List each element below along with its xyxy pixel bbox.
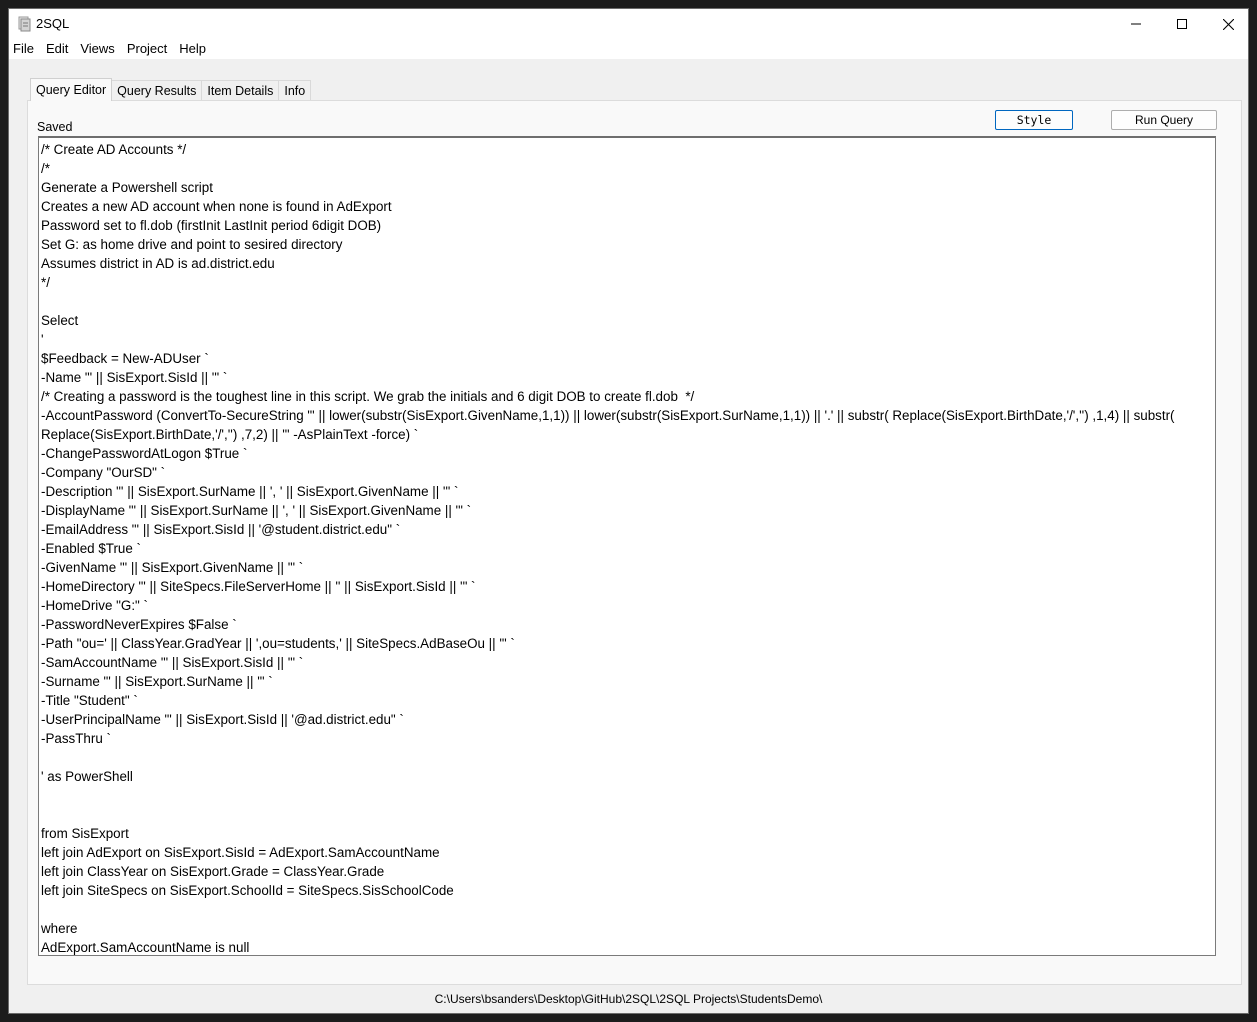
- code-line: /*: [41, 161, 50, 176]
- tab-item-details[interactable]: Item Details: [201, 80, 280, 100]
- code-line: AdExport.SamAccountName is null: [41, 940, 250, 955]
- window-title: 2SQL: [36, 16, 70, 31]
- code-line: Generate a Powershell script: [41, 180, 213, 195]
- code-line: -EmailAddress "' || SisExport.SisId || '…: [41, 522, 401, 537]
- close-button[interactable]: [1205, 9, 1251, 39]
- style-button[interactable]: Style: [995, 110, 1073, 130]
- code-line: /* Creating a password is the toughest l…: [41, 389, 695, 404]
- code-line: -Company "OurSD" `: [41, 465, 166, 480]
- menu-project[interactable]: Project: [121, 40, 173, 58]
- code-line: /* Create AD Accounts */: [41, 142, 187, 157]
- save-status-label: Saved: [37, 120, 73, 134]
- sql-editor-text[interactable]: /* Create AD Accounts */ /* Generate a Pow…: [39, 138, 1215, 955]
- menu-file[interactable]: File: [9, 40, 40, 58]
- maximize-icon: [1177, 19, 1187, 29]
- maximize-button[interactable]: [1159, 9, 1205, 39]
- code-line: -Enabled $True `: [41, 541, 141, 556]
- code-line: from SisExport: [41, 826, 129, 841]
- menu-bar: File Edit Views Project Help: [9, 39, 1248, 59]
- code-line: -AccountPassword (ConvertTo-SecureString…: [41, 408, 1175, 423]
- code-line: Assumes district in AD is ad.district.ed…: [41, 256, 275, 271]
- code-line: ​: [41, 786, 1215, 805]
- sql-editor[interactable]: /* Create AD Accounts */ /* Generate a Pow…: [38, 136, 1216, 956]
- code-line: left join AdExport on SisExport.SisId = …: [41, 845, 440, 860]
- code-line: */: [41, 275, 50, 290]
- tab-query-editor[interactable]: Query Editor: [30, 78, 113, 101]
- code-line: ​: [41, 900, 1215, 919]
- code-line: Select: [41, 313, 79, 328]
- minimize-button[interactable]: [1113, 9, 1159, 39]
- code-line: -Surname "' || SisExport.SurName || '" `: [41, 674, 273, 689]
- code-line: ​: [41, 748, 1215, 767]
- code-line: -GivenName "' || SisExport.GivenName || …: [41, 560, 304, 575]
- code-line: -HomeDirectory "' || SiteSpecs.FileServe…: [41, 579, 476, 594]
- app-logo-icon: [18, 16, 31, 32]
- code-line: where: [41, 921, 78, 936]
- code-line: left join ClassYear on SisExport.Grade =…: [41, 864, 385, 879]
- menu-views[interactable]: Views: [74, 40, 120, 58]
- code-line: Creates a new AD account when none is fo…: [41, 199, 392, 214]
- code-line: -HomeDrive "G:" `: [41, 598, 148, 613]
- title-bar[interactable]: 2SQL: [9, 9, 1248, 39]
- code-line: -ChangePasswordAtLogon $True `: [41, 446, 248, 461]
- app-window: 2SQL File Edit Views Project Help Query …: [8, 8, 1249, 1014]
- code-line: Replace(SisExport.BirthDate,'/','') ,7,2…: [41, 427, 419, 442]
- code-line: Set G: as home drive and point to sesire…: [41, 237, 343, 252]
- code-line: ​: [41, 805, 1215, 824]
- tab-query-results[interactable]: Query Results: [111, 80, 203, 100]
- code-line: ': [41, 332, 44, 347]
- code-line: Password set to fl.dob (firstInit LastIn…: [41, 218, 382, 233]
- code-line: -Description "' || SisExport.SurName || …: [41, 484, 459, 499]
- menu-help[interactable]: Help: [173, 40, 212, 58]
- code-line: -Name "' || SisExport.SisId || '" `: [41, 370, 228, 385]
- close-icon: [1222, 18, 1234, 30]
- tab-strip: Query Editor Query Results Item Details …: [30, 78, 312, 101]
- code-line: -Path "ou=' || ClassYear.GradYear || ',o…: [41, 636, 515, 651]
- menu-edit[interactable]: Edit: [40, 40, 74, 58]
- project-path: C:\Users\bsanders\Desktop\GitHub\2SQL\2S…: [434, 992, 823, 1006]
- code-line: left join SiteSpecs on SisExport.SchoolI…: [41, 883, 454, 898]
- code-line: ​: [41, 292, 1215, 311]
- run-query-button[interactable]: Run Query: [1111, 110, 1217, 130]
- code-line: $Feedback = New-ADUser `: [41, 351, 209, 366]
- code-line: -Title "Student" `: [41, 693, 138, 708]
- code-line: -SamAccountName "' || SisExport.SisId ||…: [41, 655, 304, 670]
- code-line: -PassThru `: [41, 731, 111, 746]
- tab-info[interactable]: Info: [278, 80, 312, 100]
- code-line: -DisplayName "' || SisExport.SurName || …: [41, 503, 472, 518]
- code-line: -PasswordNeverExpires $False `: [41, 617, 237, 632]
- minimize-icon: [1131, 23, 1141, 25]
- code-line: -UserPrincipalName "' || SisExport.SisId…: [41, 712, 404, 727]
- code-line: ' as PowerShell: [41, 769, 133, 784]
